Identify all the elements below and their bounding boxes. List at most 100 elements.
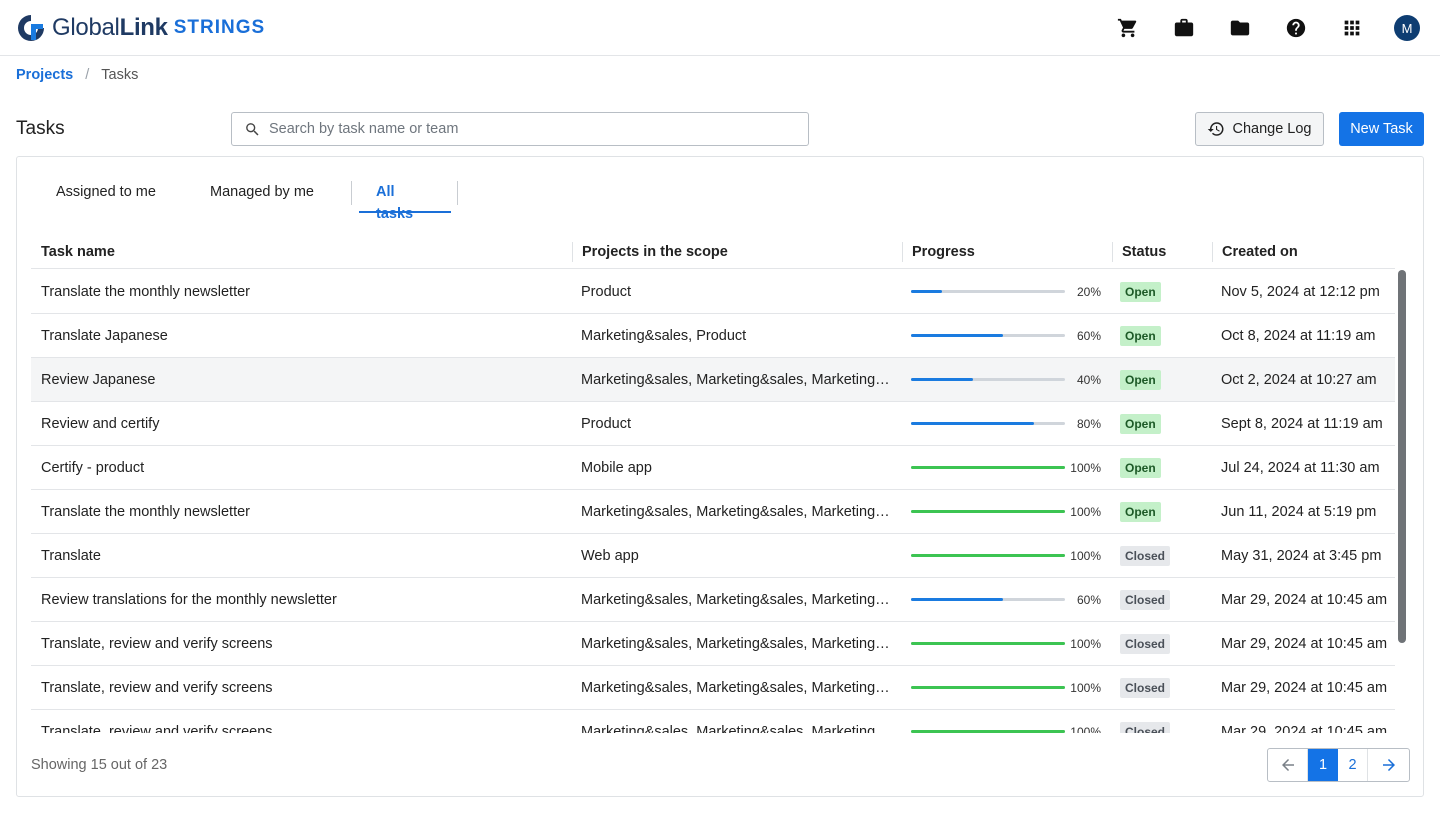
status-badge: Closed bbox=[1120, 633, 1171, 654]
progress-bar-fill bbox=[911, 378, 973, 381]
task-name-cell[interactable]: Review translations for the monthly news… bbox=[31, 592, 572, 608]
help-icon[interactable] bbox=[1282, 14, 1310, 42]
task-name-cell[interactable]: Translate, review and verify screens bbox=[31, 680, 572, 696]
progress-cell: 60% bbox=[902, 329, 1112, 343]
showing-count: Showing 15 out of 23 bbox=[31, 757, 168, 773]
progress-percent: 80% bbox=[1076, 416, 1101, 431]
status-cell: Open bbox=[1112, 369, 1212, 390]
projects-cell: Marketing&sales, Marketing&sales, Market… bbox=[581, 503, 902, 520]
change-log-button[interactable]: Change Log bbox=[1195, 112, 1324, 146]
task-name-cell[interactable]: Translate Japanese bbox=[31, 328, 572, 344]
column-header-created-on[interactable]: Created on bbox=[1212, 241, 1395, 263]
column-header-status[interactable]: Status bbox=[1112, 241, 1212, 263]
logo-mark-icon bbox=[18, 15, 44, 41]
column-header-task-name[interactable]: Task name bbox=[31, 241, 572, 263]
progress-bar-fill bbox=[911, 642, 1065, 645]
progress-bar-fill bbox=[911, 554, 1065, 557]
pagination: 1 2 bbox=[1267, 748, 1410, 782]
new-task-button[interactable]: New Task bbox=[1339, 112, 1424, 146]
task-name-cell[interactable]: Translate, review and verify screens bbox=[31, 724, 572, 734]
progress-percent: 40% bbox=[1076, 372, 1101, 387]
status-cell: Closed bbox=[1112, 545, 1212, 566]
created-on-cell: Mar 29, 2024 at 10:45 am bbox=[1221, 591, 1388, 608]
column-header-progress[interactable]: Progress bbox=[902, 241, 1112, 263]
globallink-logo[interactable]: GlobalLink STRINGS bbox=[16, 12, 265, 44]
progress-bar bbox=[911, 554, 1065, 557]
task-name-cell[interactable]: Review Japanese bbox=[31, 372, 572, 388]
progress-percent: 60% bbox=[1076, 592, 1101, 607]
progress-bar-fill bbox=[911, 510, 1065, 513]
tasks-card: Assigned to me Managed by me All tasks T… bbox=[16, 156, 1424, 797]
progress-percent: 100% bbox=[1070, 548, 1101, 563]
table-row[interactable]: Review and certify Product 80% Open Sept 8, … bbox=[31, 402, 1395, 446]
status-cell: Open bbox=[1112, 413, 1212, 434]
table-row[interactable]: Translate, review and verify screens Mark… bbox=[31, 622, 1395, 666]
search-input[interactable] bbox=[269, 121, 808, 137]
folder-icon[interactable] bbox=[1226, 14, 1254, 42]
next-page-button[interactable] bbox=[1368, 749, 1409, 781]
briefcase-icon[interactable] bbox=[1170, 14, 1198, 42]
task-name-cell[interactable]: Translate bbox=[31, 548, 572, 564]
progress-percent: 100% bbox=[1070, 460, 1101, 475]
task-name-cell[interactable]: Translate, review and verify screens bbox=[31, 636, 572, 652]
table-row[interactable]: Certify - product Mobile app 100% Open Jul 2… bbox=[31, 446, 1395, 490]
status-cell: Closed bbox=[1112, 677, 1212, 698]
task-tabs: Assigned to me Managed by me All tasks bbox=[39, 181, 458, 222]
progress-bar bbox=[911, 422, 1065, 425]
progress-bar bbox=[911, 598, 1065, 601]
task-name-cell[interactable]: Translate the monthly newsletter bbox=[31, 284, 572, 300]
apps-grid-icon[interactable] bbox=[1338, 14, 1366, 42]
created-on-cell: Mar 29, 2024 at 10:45 am bbox=[1221, 723, 1388, 734]
progress-bar bbox=[911, 686, 1065, 689]
created-on-cell: Jun 11, 2024 at 5:19 pm bbox=[1221, 503, 1377, 520]
task-name-cell[interactable]: Translate the monthly newsletter bbox=[31, 504, 572, 520]
breadcrumb-projects-link[interactable]: Projects bbox=[16, 67, 73, 83]
table-row[interactable]: Translate the monthly newsletter Marketin… bbox=[31, 490, 1395, 534]
projects-cell: Marketing&sales, Product bbox=[581, 327, 747, 344]
tab-all-tasks[interactable]: All tasks bbox=[359, 181, 451, 222]
progress-cell: 20% bbox=[902, 285, 1112, 299]
page-1-button[interactable]: 1 bbox=[1308, 749, 1338, 781]
table-body-scroll[interactable]: Translate the monthly newsletter Product 2… bbox=[31, 270, 1411, 733]
status-cell: Closed bbox=[1112, 633, 1212, 654]
cart-icon[interactable] bbox=[1114, 14, 1142, 42]
progress-cell: 100% bbox=[902, 637, 1112, 651]
projects-cell: Marketing&sales, Marketing&sales, Market… bbox=[581, 591, 902, 608]
projects-cell: Marketing&sales, Marketing&sales, Market… bbox=[581, 723, 902, 734]
progress-bar bbox=[911, 290, 1065, 293]
tab-assigned-to-me[interactable]: Assigned to me bbox=[39, 181, 179, 213]
search-box[interactable] bbox=[231, 112, 809, 146]
tab-managed-by-me[interactable]: Managed by me bbox=[193, 181, 351, 213]
page-2-button[interactable]: 2 bbox=[1338, 749, 1368, 781]
table-row[interactable]: Review Japanese Marketing&sales, Marketin… bbox=[31, 358, 1395, 402]
created-on-cell: Mar 29, 2024 at 10:45 am bbox=[1221, 679, 1388, 696]
progress-cell: 100% bbox=[902, 505, 1112, 519]
status-badge: Closed bbox=[1120, 589, 1171, 610]
table-row[interactable]: Translate, review and verify screens Mark… bbox=[31, 666, 1395, 710]
status-cell: Open bbox=[1112, 457, 1212, 478]
progress-bar-fill bbox=[911, 290, 942, 293]
progress-percent: 100% bbox=[1070, 504, 1101, 519]
progress-cell: 100% bbox=[902, 461, 1112, 475]
user-avatar[interactable]: M bbox=[1394, 15, 1420, 41]
previous-page-button[interactable] bbox=[1268, 749, 1308, 781]
projects-cell: Product bbox=[581, 415, 631, 432]
progress-bar bbox=[911, 642, 1065, 645]
table-row[interactable]: Translate, review and verify screens Mark… bbox=[31, 710, 1395, 733]
status-badge: Closed bbox=[1120, 721, 1171, 733]
table-row[interactable]: Translate the monthly newsletter Product 2… bbox=[31, 270, 1395, 314]
status-cell: Open bbox=[1112, 281, 1212, 302]
progress-cell: 60% bbox=[902, 593, 1112, 607]
history-icon bbox=[1208, 122, 1224, 136]
table-row[interactable]: Translate Japanese Marketing&sales, Produ… bbox=[31, 314, 1395, 358]
arrow-right-icon bbox=[1382, 759, 1395, 771]
column-header-projects[interactable]: Projects in the scope bbox=[572, 241, 902, 263]
task-name-cell[interactable]: Review and certify bbox=[31, 416, 572, 432]
task-name-cell[interactable]: Certify - product bbox=[31, 460, 572, 476]
table-row[interactable]: Review translations for the monthly news… bbox=[31, 578, 1395, 622]
progress-bar bbox=[911, 378, 1065, 381]
created-on-cell: May 31, 2024 at 3:45 pm bbox=[1221, 547, 1382, 564]
status-cell: Open bbox=[1112, 501, 1212, 522]
table-scrollbar[interactable] bbox=[1398, 270, 1406, 643]
table-row[interactable]: Translate Web app 100% Closed May 31, 2024 a… bbox=[31, 534, 1395, 578]
